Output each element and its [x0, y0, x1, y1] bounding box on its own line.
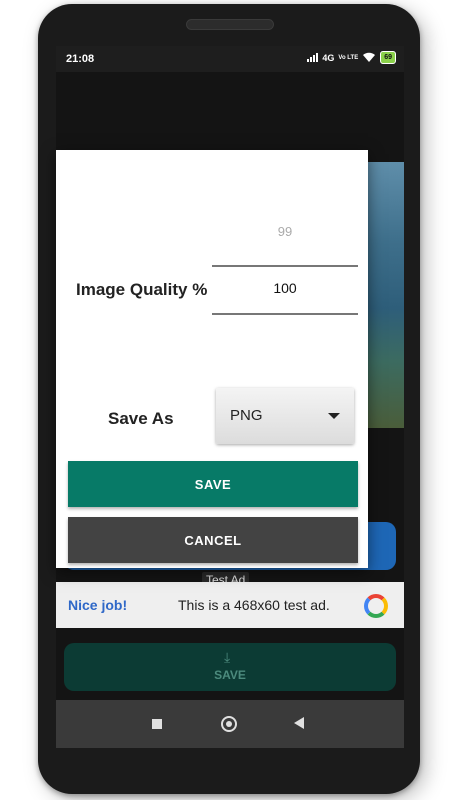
- cancel-button[interactable]: CANCEL: [68, 517, 358, 563]
- navigation-bar: [56, 700, 404, 748]
- status-bar: 21:08 4G Vo LTE 69: [56, 46, 404, 72]
- status-icons: 4G Vo LTE 69: [307, 51, 396, 64]
- quality-picker-previous[interactable]: 99: [212, 224, 358, 239]
- ad-banner[interactable]: Nice job! This is a 468x60 test ad.: [56, 582, 404, 628]
- save-button[interactable]: SAVE: [68, 461, 358, 507]
- volte-icon: Vo LTE: [338, 54, 359, 61]
- format-dropdown[interactable]: PNG: [216, 388, 354, 444]
- dropdown-caret-icon: [328, 413, 340, 419]
- image-quality-input[interactable]: [212, 280, 358, 296]
- format-selected-value: PNG: [230, 407, 263, 424]
- ad-text: This is a 468x60 test ad.: [178, 597, 330, 613]
- save-as-label: Save As: [108, 409, 174, 428]
- network-type: 4G: [322, 52, 335, 63]
- wifi-icon: [363, 52, 376, 62]
- ad-logo-icon: [364, 594, 388, 618]
- recents-icon[interactable]: [152, 719, 162, 729]
- background-save-button: ⤓ SAVE: [64, 643, 396, 691]
- battery-icon: 69: [380, 51, 396, 64]
- picker-divider-top: [212, 265, 358, 267]
- back-icon[interactable]: [294, 717, 304, 729]
- status-time: 21:08: [66, 53, 95, 65]
- ad-nice-text: Nice job!: [68, 597, 128, 613]
- image-quality-label: Image Quality %: [76, 280, 208, 299]
- save-dialog: 99 Image Quality % Save As PNG SAVE CANC…: [56, 150, 368, 568]
- download-icon: ⤓: [224, 649, 231, 665]
- picker-divider-bottom: [212, 313, 358, 315]
- phone-speaker: [186, 19, 274, 30]
- home-icon[interactable]: [221, 716, 237, 732]
- background-save-label: SAVE: [214, 668, 246, 682]
- signal-icon: [307, 53, 319, 62]
